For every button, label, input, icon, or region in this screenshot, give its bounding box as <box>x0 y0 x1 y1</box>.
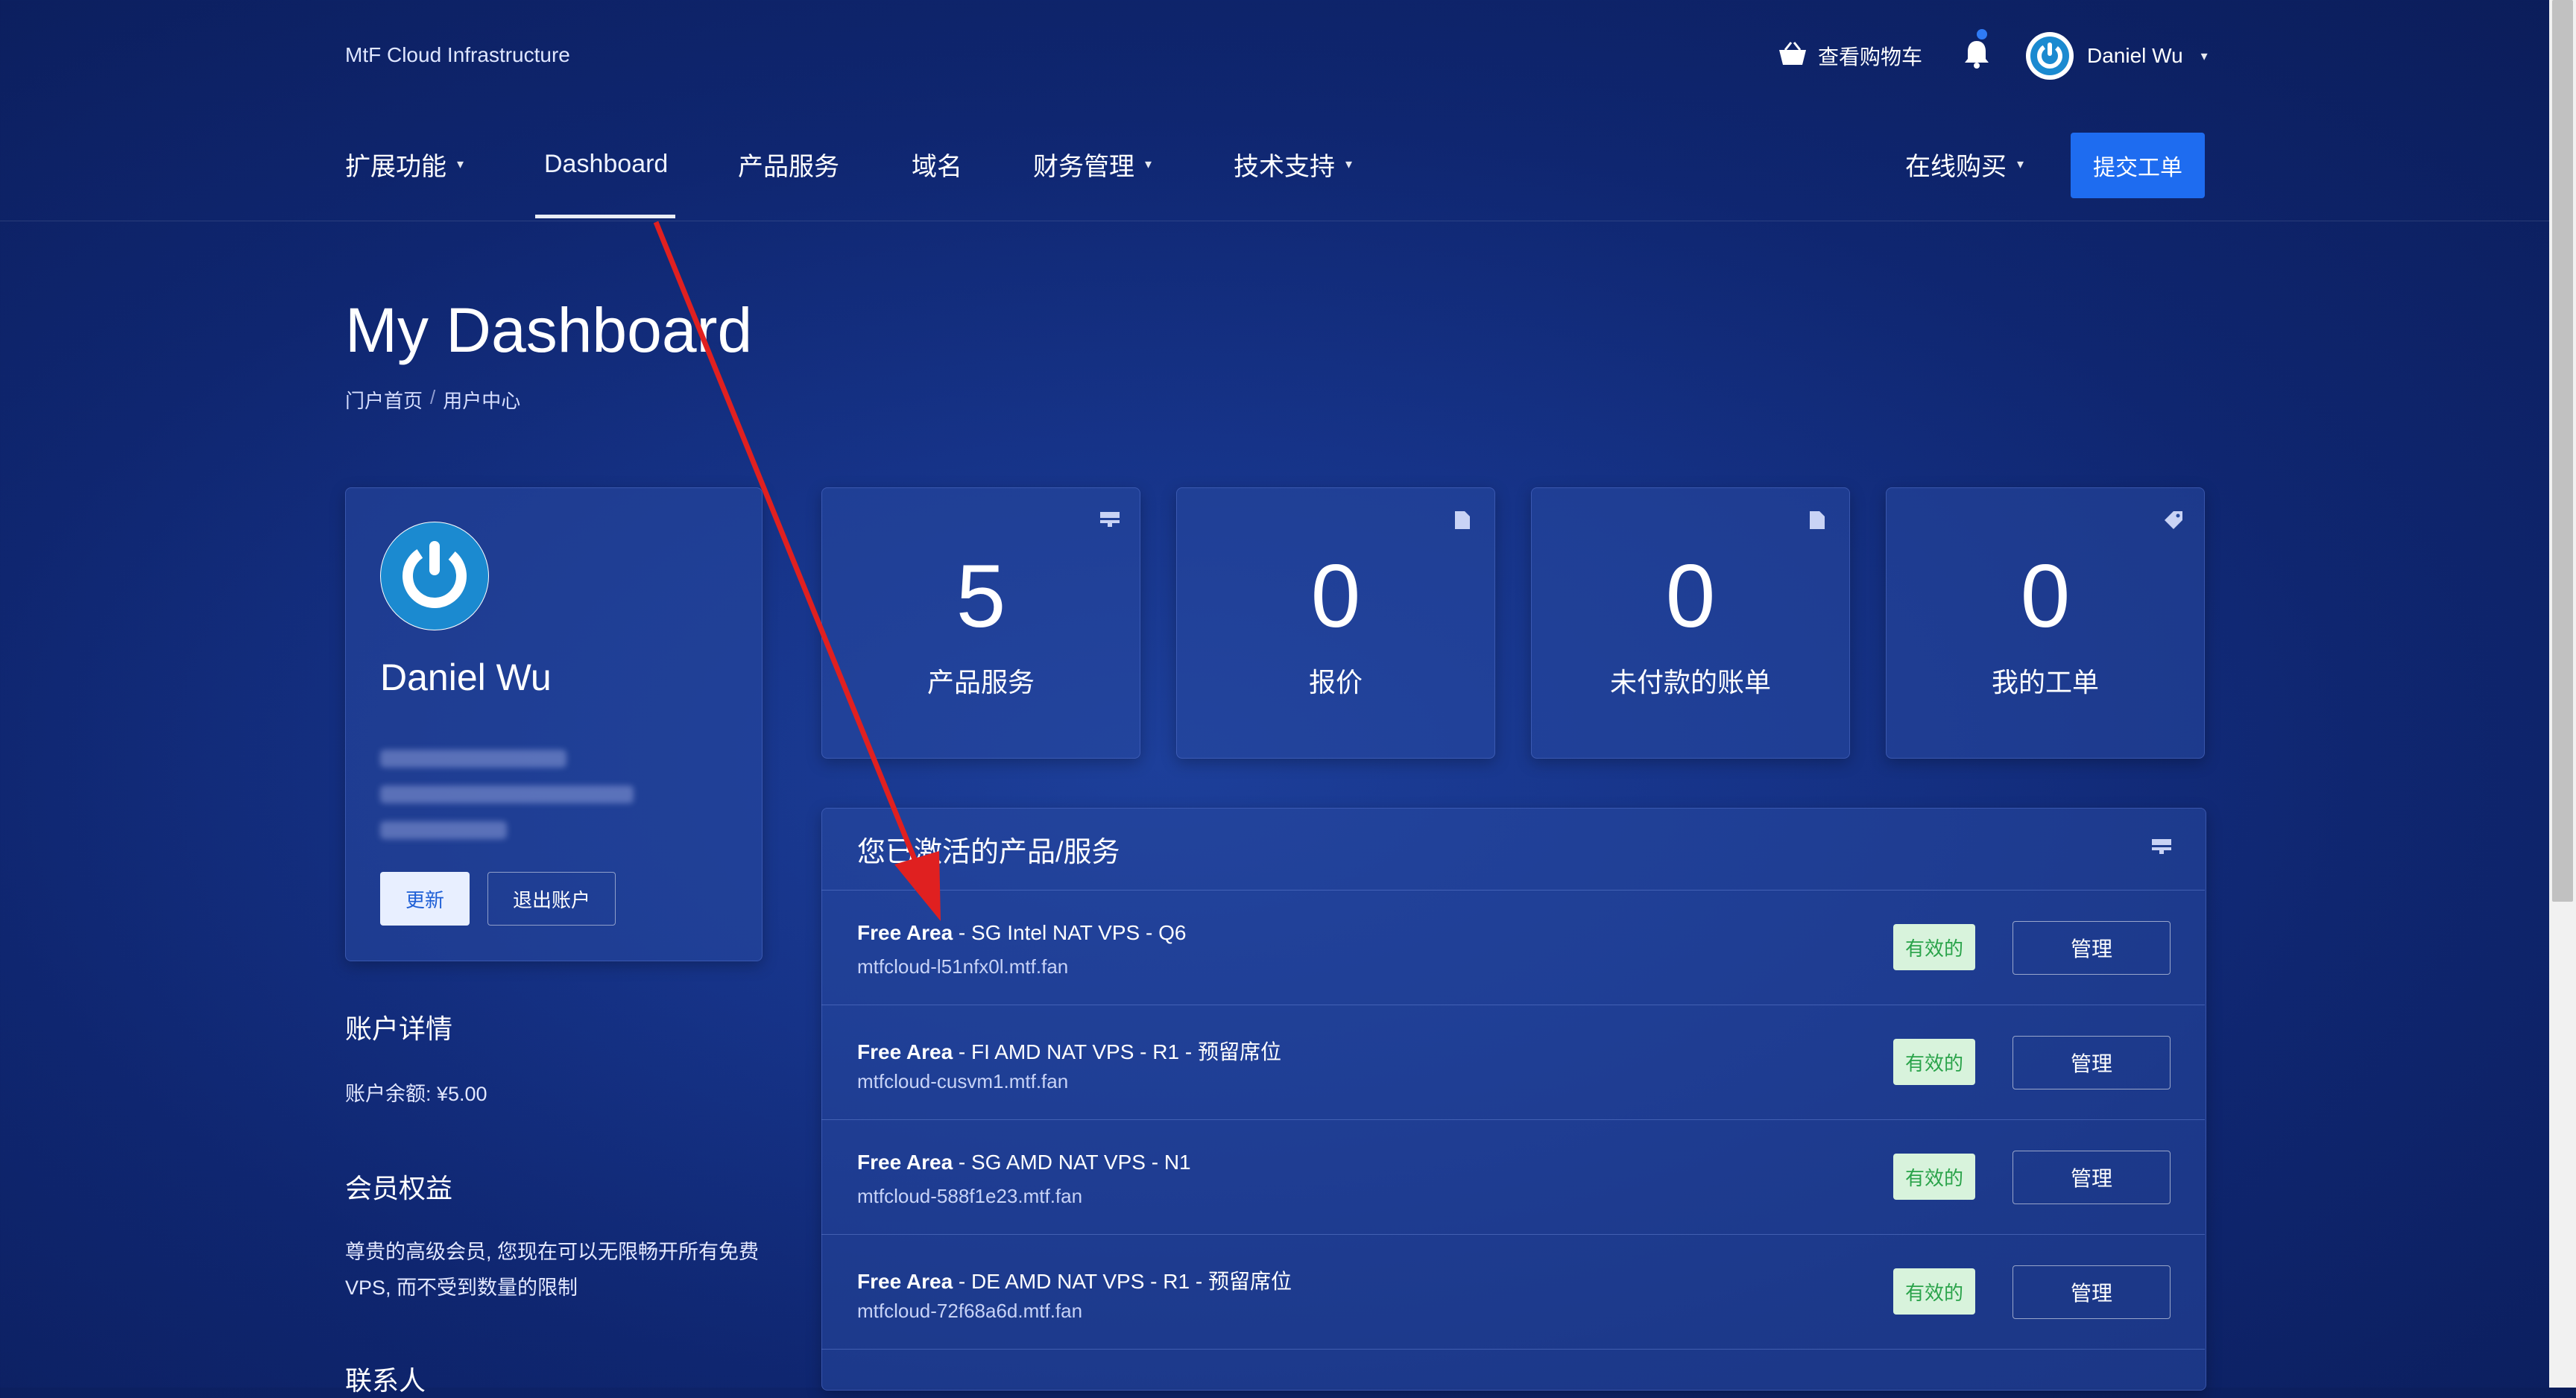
annotation-arrow <box>653 221 941 921</box>
scrollbar-thumb[interactable] <box>2552 0 2573 902</box>
